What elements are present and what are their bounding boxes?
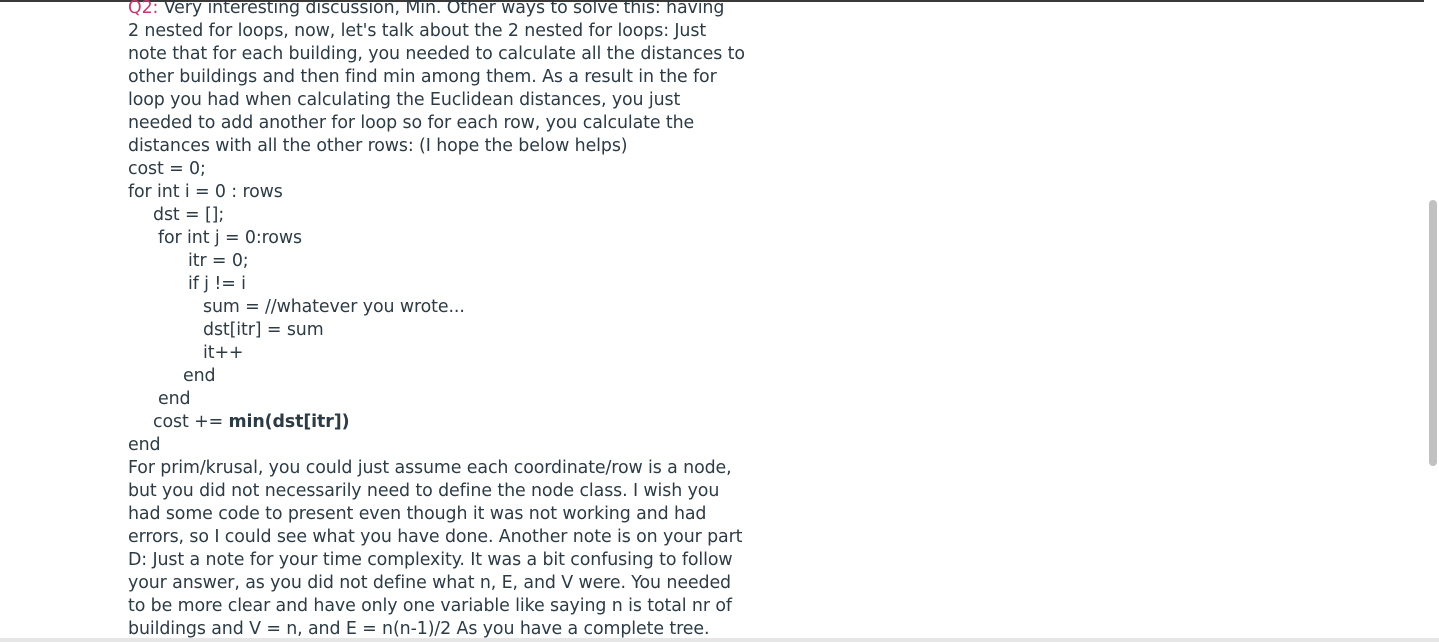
code-line: cost += min(dst[itr]) — [153, 412, 350, 432]
code-line: it++ — [203, 343, 244, 363]
comment-line: had some code to present even though it … — [128, 504, 707, 524]
scrollbar-thumb[interactable] — [1429, 200, 1437, 466]
code-line: end — [183, 366, 216, 386]
code-line: end — [158, 389, 191, 409]
code-line: for int j = 0:rows — [158, 228, 302, 248]
code-line: dst = []; — [153, 205, 225, 225]
comment-line: note that for each building, you needed … — [128, 44, 745, 64]
comment-line: D: Just a note for your time complexity.… — [128, 550, 733, 570]
comment-line: other buildings and then find min among … — [128, 67, 717, 87]
comment-line: distances with all the other rows: (I ho… — [128, 136, 628, 156]
code-line: for int i = 0 : rows — [128, 182, 283, 202]
code-line: cost = 0; — [128, 159, 206, 179]
comment-line: loop you had when calculating the Euclid… — [128, 90, 681, 110]
question-label: Q2: — [128, 0, 159, 18]
bottom-border — [0, 638, 1439, 642]
comment-line: 2 nested for loops, now, let's talk abou… — [128, 21, 707, 41]
feedback-comment: Q2: Very interesting discussion, Min. Ot… — [128, 0, 745, 641]
code-line: if j != i — [188, 274, 246, 294]
comment-line: needed to add another for loop so for ea… — [128, 113, 695, 133]
comment-line: to be more clear and have only one varia… — [128, 596, 732, 616]
code-line: sum = //whatever you wrote... — [203, 297, 465, 317]
bold-code: min(dst[itr]) — [228, 412, 350, 432]
comment-line: but you did not necessarily need to defi… — [128, 481, 720, 501]
code-line: itr = 0; — [188, 251, 249, 271]
comment-line: Q2: Very interesting discussion, Min. Ot… — [128, 0, 725, 18]
comment-line: your answer, as you did not define what … — [128, 573, 732, 593]
code-line: end — [128, 435, 161, 455]
code-line: dst[itr] = sum — [203, 320, 324, 340]
comment-line: errors, so I could see what you have don… — [128, 527, 743, 547]
comment-line: For prim/krusal, you could just assume e… — [128, 458, 732, 478]
